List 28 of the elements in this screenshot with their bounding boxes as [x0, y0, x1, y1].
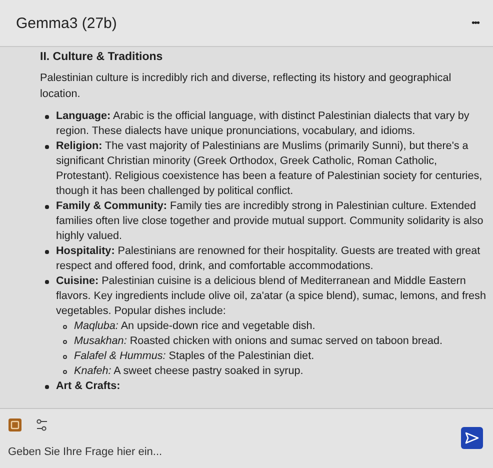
- bullet-icon: [45, 280, 48, 284]
- sliders-icon[interactable]: [36, 418, 48, 432]
- list-text: Art & Crafts:: [56, 380, 120, 392]
- bullet-icon: [63, 370, 67, 374]
- bullet-icon: [45, 145, 48, 148]
- bullet-icon: [45, 115, 48, 118]
- notebook-icon[interactable]: [8, 418, 22, 432]
- list-text: Maqluba: An upside-down rice and vegetable dish.: [74, 320, 316, 332]
- section-heading: II. Culture & Traditions: [40, 51, 164, 63]
- list-text: Family & Community: Family ties are incredibly strong in Palestinian culture. Extended families often live close together and provide mutual support. Community solidarity is also highly valued.: [56, 200, 484, 242]
- bullet-icon: [45, 205, 48, 208]
- list-text: Religion: The vast majority of Palestinians are Muslims (primarily Sunni), but there's a significant Christian minority (Greek Orthodox, Greek Catholic, Roman Catholic, Protestant). Religious coexistence has been a feature of Palestinian society for centuries, though it has been challenged by political conflict.: [56, 140, 482, 197]
- send-button[interactable]: [461, 427, 483, 449]
- intro-paragraph: Palestinian culture is incredibly rich and diverse, reflecting its history and geographical location.: [40, 71, 452, 102]
- bullet-icon: [45, 250, 48, 254]
- bullet-icon: [63, 325, 67, 329]
- list-text: Cuisine: Palestinian cuisine is a delicious blend of Mediterranean and Middle Eastern flavors. Key ingredients include olive oil, za'atar (a spice blend), sumac, lemons, and fresh vegetables. Popular dishes include:: [56, 275, 486, 317]
- bullet-icon: [63, 355, 67, 359]
- send-icon: [465, 432, 479, 444]
- list-text: Hospitality: Palestinians are renowned for their hospitality. Guests are treated with great respect and offered food, drink, and comfortable accommodations.: [56, 245, 480, 272]
- bullet-icon: [45, 385, 48, 388]
- bullet-icon: [63, 340, 67, 344]
- list-text: Falafel & Hummus: Staples of the Palestinian diet.: [74, 350, 314, 362]
- chat-title: Gemma3 (27b): [16, 14, 117, 32]
- list-text: Knafeh: A sweet cheese pastry soaked in syrup.: [74, 365, 304, 377]
- more-menu-button[interactable]: •••: [471, 18, 479, 28]
- list-text: Musakhan: Roasted chicken with onions and sumac served on taboon bread.: [74, 335, 443, 347]
- list-text: Language: Arabic is the official language, with distinct Palestinian dialects that vary by region. These dialects have unique pronunciations, vocabulary, and idioms.: [56, 110, 470, 137]
